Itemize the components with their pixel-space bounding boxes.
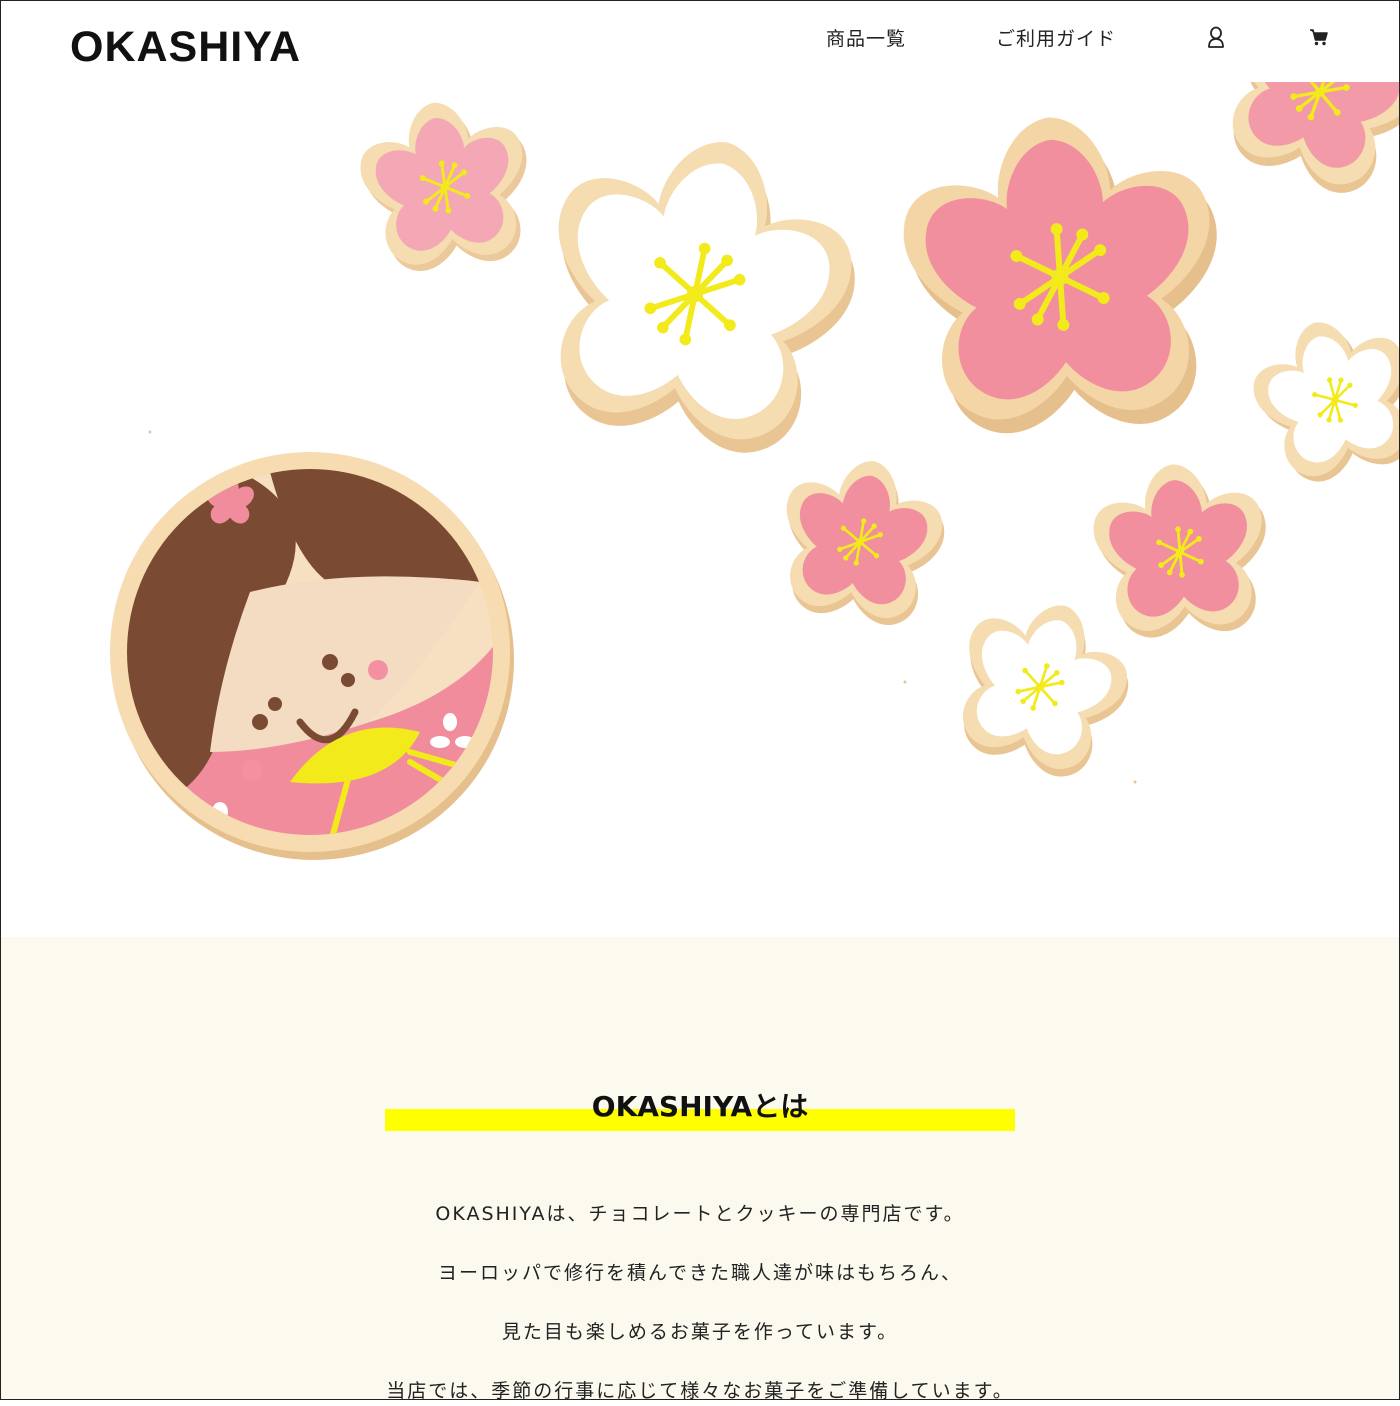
cookies-illustration — [110, 82, 1400, 860]
doll-cookie — [110, 452, 514, 860]
about-title-block: OKASHIYAとは — [385, 1087, 1015, 1131]
about-paragraph-4: 当店では、季節の行事に応じて様々なお菓子をご準備しています。 — [386, 1380, 1014, 1402]
site-logo[interactable]: OKASHIYA — [70, 26, 301, 69]
about-paragraph-2: ヨーロッパで修行を積んできた職人達が味はもちろん、 — [437, 1262, 963, 1284]
hero-image — [0, 82, 1400, 937]
site-header: OKASHIYA 商品一覧 ご利用ガイド — [0, 0, 1400, 82]
about-title: OKASHIYAとは — [591, 1090, 809, 1123]
about-section: OKASHIYAとは OKASHIYAは、チョコレートとクッキーの専門店です。 … — [0, 937, 1400, 1402]
cart-icon[interactable] — [1306, 24, 1332, 50]
about-paragraph-1: OKASHIYAは、チョコレートとクッキーの専門店です。 — [435, 1203, 965, 1225]
nav-guide-link[interactable]: ご利用ガイド — [996, 24, 1116, 51]
user-icon[interactable] — [1203, 24, 1229, 50]
about-paragraph-3: 見た目も楽しめるお菓子を作っています。 — [501, 1321, 899, 1343]
nav-products-link[interactable]: 商品一覧 — [826, 24, 906, 51]
